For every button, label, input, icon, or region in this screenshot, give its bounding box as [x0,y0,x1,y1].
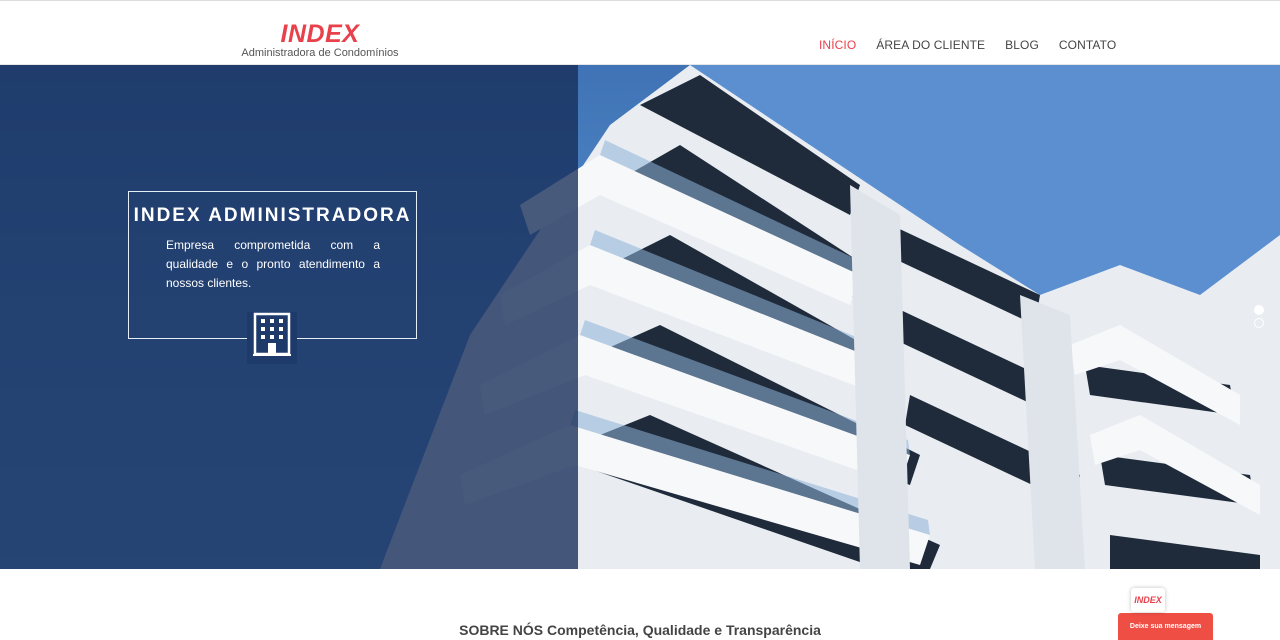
slider-dots [1254,305,1264,331]
nav-item-blog[interactable]: BLOG [1005,38,1039,52]
about-heading: SOBRE NÓS Competência, Qualidade e Trans… [0,622,1280,638]
site-header: INDEX Administradora de Condomínios INÍC… [0,0,1280,65]
about-heading-rest: Competência, Qualidade e Transparência [543,622,821,638]
logo-title: INDEX [280,20,360,48]
logo-tagline: Administradora de Condomínios [241,47,399,59]
building-icon [247,312,297,364]
about-heading-bold: SOBRE NÓS [459,622,544,638]
slider-dot-1[interactable] [1254,305,1264,315]
hero-slider: INDEX ADMINISTRADORA Empresa comprometid… [0,65,1280,569]
nav-item-inicio[interactable]: INÍCIO [819,38,856,52]
hero-text: Empresa comprometida com a qualidade e o… [166,238,380,290]
site-logo[interactable]: INDEX Administradora de Condomínios [240,21,400,59]
slider-dot-2[interactable] [1254,318,1264,328]
hero-info-box: INDEX ADMINISTRADORA Empresa comprometid… [128,191,417,364]
chat-message-button[interactable]: Deixe sua mensagem [1118,613,1213,640]
nav-item-contato[interactable]: CONTATO [1059,38,1116,52]
nav-item-area-do-cliente[interactable]: ÁREA DO CLIENTE [876,38,985,52]
chat-logo[interactable]: INDEX [1131,588,1165,612]
hero-title: INDEX ADMINISTRADORA [133,205,412,226]
about-section: SOBRE NÓS Competência, Qualidade e Trans… [0,569,1280,640]
main-nav: INÍCIO ÁREA DO CLIENTE BLOG CONTATO [819,38,1136,52]
